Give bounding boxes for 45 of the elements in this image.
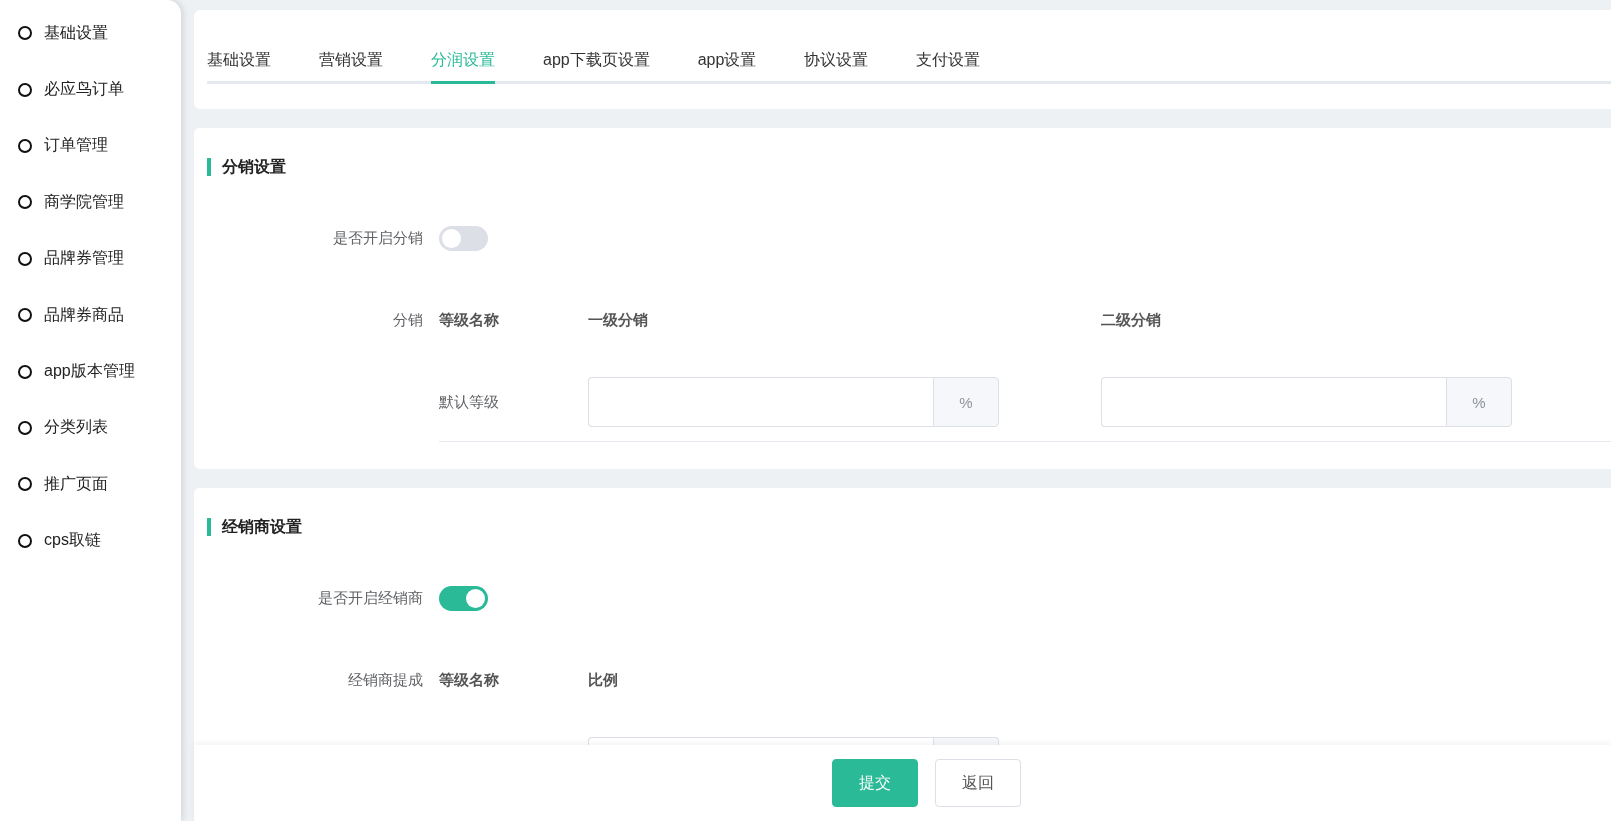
sidebar-item[interactable]: app版本管理 xyxy=(0,343,181,400)
circle-icon xyxy=(18,82,32,97)
back-button[interactable]: 返回 xyxy=(935,759,1021,807)
unit-label: % xyxy=(933,377,999,427)
field-label: 是否开启分销 xyxy=(332,229,424,248)
tab[interactable]: 协议设置 xyxy=(804,50,869,84)
unit-label: % xyxy=(1446,377,1512,427)
circle-icon xyxy=(18,420,32,435)
field-label: 经销商提成 xyxy=(347,670,424,690)
circle-icon xyxy=(18,477,32,492)
sidebar-item[interactable]: 推广页面 xyxy=(0,456,181,513)
section-title: 经销商设置 xyxy=(207,518,1611,536)
field-label: 分销 xyxy=(392,310,424,330)
sidebar-item[interactable]: cps取链 xyxy=(0,512,181,569)
toggle-switch[interactable] xyxy=(439,226,488,251)
column-header: 等级名称 xyxy=(439,310,500,330)
sidebar-item[interactable]: 基础设置 xyxy=(0,5,181,62)
section-title: 分销设置 xyxy=(207,158,1611,176)
sidebar-item[interactable]: 品牌券管理 xyxy=(0,230,181,287)
circle-icon xyxy=(18,251,32,266)
circle-icon xyxy=(18,308,32,323)
column-header: 等级名称 xyxy=(439,670,500,690)
circle-icon xyxy=(18,533,32,548)
tab[interactable]: app设置 xyxy=(697,50,757,84)
circle-icon xyxy=(18,26,32,41)
sidebar-item[interactable]: 分类列表 xyxy=(0,399,181,457)
circle-icon xyxy=(18,195,32,210)
table-cell-text: 默认等级 xyxy=(439,392,500,412)
tab[interactable]: 支付设置 xyxy=(916,50,981,84)
circle-icon xyxy=(18,138,32,153)
sidebar-item[interactable]: 商学院管理 xyxy=(0,174,181,231)
input-field[interactable] xyxy=(1101,377,1446,427)
sidebar-item[interactable]: 品牌券商品 xyxy=(0,286,181,344)
sidebar-item[interactable]: 必应鸟订单 xyxy=(0,61,181,118)
column-header: 二级分销 xyxy=(1101,310,1162,330)
circle-icon xyxy=(18,364,32,379)
column-header: 比例 xyxy=(588,670,619,690)
field-label: 是否开启经销商 xyxy=(317,589,424,608)
tab[interactable]: 基础设置 xyxy=(207,50,271,84)
toggle-switch[interactable] xyxy=(439,586,488,611)
tab[interactable]: app下载页设置 xyxy=(543,50,650,84)
tab[interactable]: 营销设置 xyxy=(319,50,383,84)
sidebar-item[interactable]: 订单管理 xyxy=(0,117,181,175)
input-field[interactable] xyxy=(588,377,933,427)
column-header: 一级分销 xyxy=(588,310,649,330)
